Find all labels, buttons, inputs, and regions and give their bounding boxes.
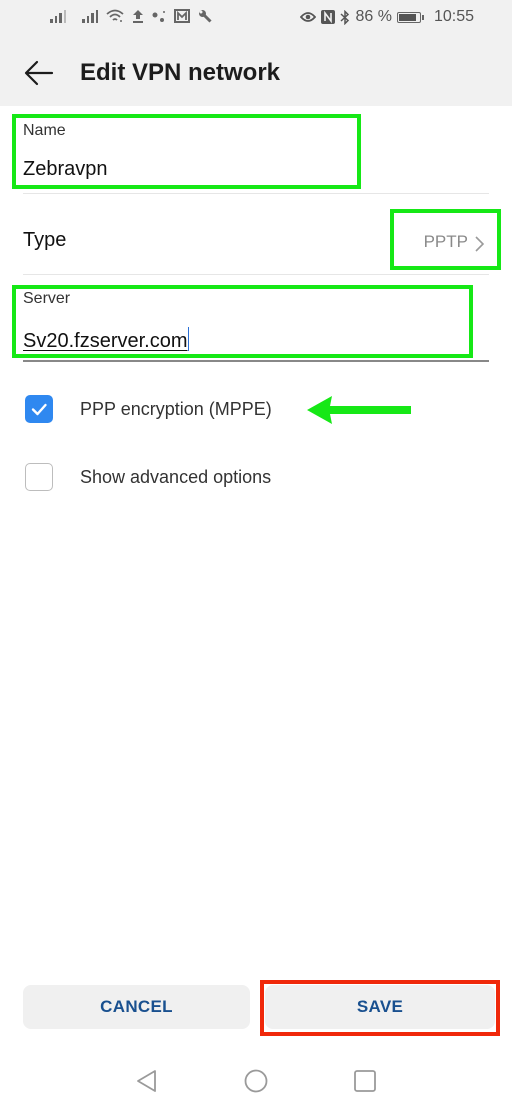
wrench-icon [199,10,212,23]
advanced-options-label: Show advanced options [80,467,272,487]
cancel-button[interactable]: CANCEL [23,985,250,1029]
app-bar: Edit VPN network [0,44,512,104]
server-label: Server [23,290,71,307]
status-bar: 86 % 10:55 [0,0,512,38]
wifi-icon [106,9,124,22]
upload-icon [133,10,143,23]
clock: 10:55 [433,8,474,25]
ppp-encryption-checkbox[interactable] [25,395,53,423]
text-cursor [187,327,190,351]
advanced-options-checkbox[interactable] [25,463,53,491]
status-left-icons [50,9,212,23]
nav-recents-icon[interactable] [352,1068,378,1094]
annotation-arrow-icon [307,396,411,424]
bluetooth-icon [340,9,350,25]
signal-icon [82,9,98,23]
server-input[interactable]: Sv20.fzserver.com [23,327,190,353]
back-arrow-icon[interactable] [22,56,56,90]
server-input-value: Sv20.fzserver.com [23,330,188,352]
chevron-right-icon [475,236,485,252]
nav-back-icon[interactable] [134,1068,160,1094]
advanced-options-option[interactable]: Show advanced options [0,452,512,502]
nfc-icon [321,10,336,24]
ppp-encryption-label: PPP encryption (MPPE) [80,399,272,419]
eye-icon [300,12,317,22]
battery-icon [396,11,424,23]
divider [23,274,489,275]
signal-icon [50,9,66,23]
battery-percent: 86 % [355,8,392,25]
nav-home-icon[interactable] [243,1068,269,1094]
status-right-icons: 86 % 10:55 [300,8,474,26]
name-input[interactable] [23,158,343,181]
type-selector[interactable]: Type PPTP [0,205,512,275]
divider [23,193,489,194]
page-title: Edit VPN network [80,59,281,86]
server-input-underline [23,360,489,362]
type-label: Type [23,229,67,251]
type-value: PPTP [423,232,468,251]
checkmark-icon [31,403,47,416]
save-button[interactable]: SAVE [265,985,495,1029]
dots-icon [152,11,165,22]
ppp-encryption-option[interactable]: PPP encryption (MPPE) [0,384,512,434]
name-label: Name [23,122,66,139]
gallery-icon [174,9,190,23]
system-nav-bar [0,1050,512,1109]
